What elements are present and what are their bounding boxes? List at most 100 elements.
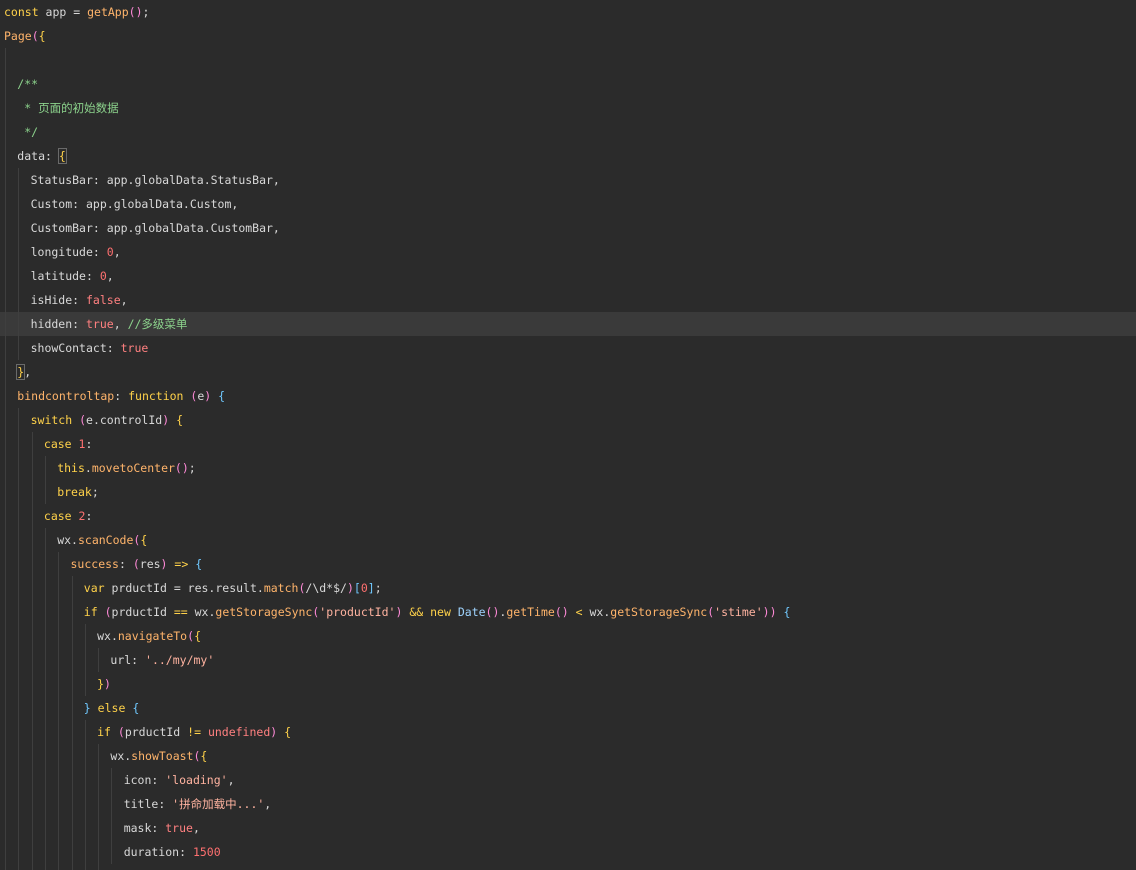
- code-line[interactable]: if (prductId == wx.getStorageSync('produ…: [0, 600, 1136, 624]
- code-token: :: [151, 821, 166, 835]
- code-token: //多级菜单: [127, 317, 188, 331]
- code-token: ;: [91, 485, 99, 499]
- indent-guide: [31, 696, 33, 720]
- code-line[interactable]: case 2:: [0, 504, 1136, 528]
- code-line[interactable]: var prductId = res.result.match(/\d*$/)[…: [0, 576, 1136, 600]
- indent-guide: [44, 816, 46, 840]
- indent-guide: [44, 528, 46, 552]
- indent-guide: [18, 744, 20, 768]
- code-line[interactable]: url: '../my/my': [0, 648, 1136, 672]
- code-line[interactable]: title: '拼命加载中...',: [0, 792, 1136, 816]
- code-token: wx.: [97, 629, 118, 643]
- indent-guide: [18, 336, 20, 360]
- code-line[interactable]: isHide: false,: [0, 288, 1136, 312]
- code-line[interactable]: data: {: [0, 144, 1136, 168]
- code-line[interactable]: latitude: 0,: [0, 264, 1136, 288]
- code-line[interactable]: break;: [0, 480, 1136, 504]
- code-token: 0: [106, 245, 114, 259]
- indent-guide: [18, 720, 20, 744]
- code-line[interactable]: }): [0, 672, 1136, 696]
- code-line[interactable]: */: [0, 120, 1136, 144]
- code-token: getStorageSync: [215, 605, 313, 619]
- code-content: Custom: app.globalData.Custom,: [4, 197, 239, 211]
- indent-guide: [58, 864, 60, 870]
- code-token: [: [353, 581, 361, 595]
- code-line[interactable]: /**: [0, 72, 1136, 96]
- code-token: app.globalData.CustomBar,: [106, 221, 280, 235]
- code-line[interactable]: success: (res) => {: [0, 552, 1136, 576]
- indent-guide: [44, 648, 46, 672]
- code-content: wx.scanCode({: [4, 533, 147, 547]
- indent-guide: [44, 720, 46, 744]
- code-line[interactable]: Page({: [0, 24, 1136, 48]
- code-token: e.controlId: [86, 413, 163, 427]
- code-line[interactable]: switch (e.controlId) {: [0, 408, 1136, 432]
- indent-guide: [18, 576, 20, 600]
- code-line[interactable]: bindcontroltap: function (e) {: [0, 384, 1136, 408]
- code-token: {: [783, 605, 791, 619]
- code-line[interactable]: if (prductId != undefined) {: [0, 720, 1136, 744]
- code-content: StatusBar: app.globalData.StatusBar,: [4, 173, 280, 187]
- indent-guide: [31, 840, 33, 864]
- indent-guide: [98, 648, 100, 672]
- code-line[interactable]: longitude: 0,: [0, 240, 1136, 264]
- code-token: ;: [142, 5, 150, 19]
- indent-guide: [58, 552, 60, 576]
- code-line[interactable]: [0, 48, 1136, 72]
- code-line[interactable]: icon: 'loading',: [0, 768, 1136, 792]
- code-token: true: [86, 317, 114, 331]
- code-token: (: [104, 605, 112, 619]
- code-content: bindcontroltap: function (e) {: [4, 389, 225, 403]
- code-line[interactable]: case 1:: [0, 432, 1136, 456]
- code-line[interactable]: * 页面的初始数据: [0, 96, 1136, 120]
- code-line[interactable]: hidden: true, //多级菜单: [0, 312, 1136, 336]
- code-line[interactable]: wx.navigateTo({: [0, 624, 1136, 648]
- code-token: :: [45, 149, 59, 163]
- code-token: isHide: [30, 293, 73, 307]
- code-line[interactable]: mask: true,: [0, 816, 1136, 840]
- code-line[interactable]: duration: 1500: [0, 840, 1136, 864]
- indent-guide: [5, 552, 6, 576]
- code-line[interactable]: },: [0, 360, 1136, 384]
- code-line[interactable]: }): [0, 864, 1136, 870]
- code-content: const app = getApp();: [4, 5, 149, 19]
- code-token: :: [72, 197, 86, 211]
- code-token: 1500: [192, 845, 221, 859]
- indent-guide: [71, 672, 73, 696]
- code-token: :: [85, 437, 93, 451]
- code-line[interactable]: wx.showToast({: [0, 744, 1136, 768]
- indent-guide: [18, 600, 20, 624]
- code-token: match: [263, 581, 299, 595]
- code-line[interactable]: const app = getApp();: [0, 0, 1136, 24]
- code-token: ): [346, 581, 354, 595]
- code-line[interactable]: this.movetoCenter();: [0, 456, 1136, 480]
- code-token: true: [120, 341, 149, 355]
- code-token: (: [174, 461, 182, 475]
- indent-guide: [58, 840, 60, 864]
- code-line[interactable]: StatusBar: app.globalData.StatusBar,: [0, 168, 1136, 192]
- indent-guide: [98, 792, 100, 816]
- code-content: * 页面的初始数据: [4, 101, 118, 115]
- code-line[interactable]: Custom: app.globalData.Custom,: [0, 192, 1136, 216]
- code-editor[interactable]: const app = getApp(); Page({ /** * 页面的初始数据…: [0, 0, 1136, 870]
- code-token: ,: [120, 293, 128, 307]
- code-token: .: [84, 461, 92, 475]
- indent-guide: [5, 528, 6, 552]
- code-token: wx: [57, 533, 72, 547]
- code-content: switch (e.controlId) {: [4, 413, 183, 427]
- indent-guide: [5, 648, 6, 672]
- indent-guide: [31, 816, 33, 840]
- code-line[interactable]: } else {: [0, 696, 1136, 720]
- code-token: &&: [409, 605, 424, 619]
- code-token: false: [86, 293, 121, 307]
- indent-guide: [31, 432, 33, 456]
- code-line[interactable]: CustomBar: app.globalData.CustomBar,: [0, 216, 1136, 240]
- code-line[interactable]: wx.scanCode({: [0, 528, 1136, 552]
- indent-guide: [44, 792, 46, 816]
- code-line[interactable]: showContact: true: [0, 336, 1136, 360]
- code-token: :: [114, 389, 129, 403]
- indent-guide: [71, 696, 73, 720]
- code-token: '拼命加载中...': [172, 797, 265, 811]
